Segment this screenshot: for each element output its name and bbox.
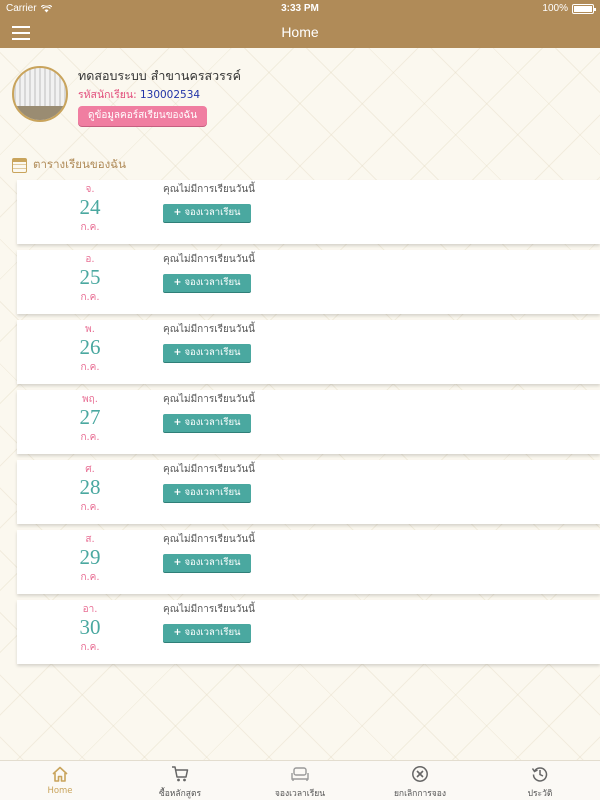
date-column: พ. 26 ก.ค. <box>67 320 113 375</box>
tab-cancel-booking-label: ยกเลิกการจอง <box>393 789 447 799</box>
no-class-message: คุณไม่มีการเรียนวันนี้ <box>163 184 255 195</box>
my-courses-button[interactable]: ดูข้อมูลคอร์สเรียนของฉัน <box>78 106 208 126</box>
nav-bar: Home <box>0 18 600 48</box>
day-number: 27 <box>79 405 101 429</box>
month-label: ก.ค. <box>80 642 100 653</box>
calendar-icon <box>12 157 27 173</box>
month-label: ก.ค. <box>80 572 100 583</box>
month-label: ก.ค. <box>80 222 100 233</box>
day-card: พฤ. 27 ก.ค. คุณไม่มีการเรียนวันนี้ + จองเ… <box>17 390 600 454</box>
day-card: ศ. 28 ก.ค. คุณไม่มีการเรียนวันนี้ + จองเว… <box>17 460 600 524</box>
tab-bar: Home ซื้อหลักสูตร จองเวลาเรียน ยกเลิกการ… <box>0 760 600 800</box>
tab-home-label: Home <box>47 786 73 796</box>
book-class-label: จองเวลาเรียน <box>184 487 241 498</box>
day-number: 25 <box>79 265 101 289</box>
nav-title: Home <box>281 24 319 40</box>
book-class-button[interactable]: + จองเวลาเรียน <box>163 554 251 572</box>
weekday-label: อา. <box>82 604 98 615</box>
no-class-message: คุณไม่มีการเรียนวันนี้ <box>163 604 255 615</box>
day-number: 29 <box>79 545 101 569</box>
day-card: ส. 29 ก.ค. คุณไม่มีการเรียนวันนี้ + จองเว… <box>17 530 600 594</box>
book-class-label: จองเวลาเรียน <box>184 347 241 358</box>
tab-buy-course[interactable]: ซื้อหลักสูตร <box>120 761 240 800</box>
book-class-label: จองเวลาเรียน <box>184 627 241 638</box>
tab-home[interactable]: Home <box>0 761 120 800</box>
tab-book-time[interactable]: จองเวลาเรียน <box>240 761 360 800</box>
book-class-label: จองเวลาเรียน <box>184 417 241 428</box>
day-number: 30 <box>79 615 101 639</box>
tab-history[interactable]: ประวัติ <box>480 761 600 800</box>
student-id-value: 130002534 <box>139 89 201 101</box>
schedule-title: ตารางเรียนของฉัน <box>33 157 126 171</box>
month-label: ก.ค. <box>80 432 100 443</box>
book-class-label: จองเวลาเรียน <box>184 277 241 288</box>
date-column: อ. 25 ก.ค. <box>67 250 113 305</box>
weekday-label: พ. <box>85 324 95 335</box>
tab-cancel-booking[interactable]: ยกเลิกการจอง <box>360 761 480 800</box>
status-bar: Carrier 3:33 PM 100% <box>0 0 600 18</box>
weekday-label: อ. <box>85 254 95 265</box>
day-card: จ. 24 ก.ค. คุณไม่มีการเรียนวันนี้ + จองเว… <box>17 180 600 244</box>
cart-icon <box>172 766 189 782</box>
book-class-button[interactable]: + จองเวลาเรียน <box>163 484 251 502</box>
history-icon <box>531 767 548 782</box>
battery-info: 100% <box>542 3 596 14</box>
student-id-label: รหัสนักเรียน: <box>78 89 137 101</box>
plus-icon: + <box>173 277 182 288</box>
month-label: ก.ค. <box>80 292 100 303</box>
day-number: 28 <box>79 475 101 499</box>
no-class-message: คุณไม่มีการเรียนวันนี้ <box>163 534 255 545</box>
battery-icon <box>572 3 596 14</box>
profile-section: ทดสอบระบบ สำขานครสวรรค์ รหัสนักเรียน: 13… <box>12 62 592 140</box>
date-column: ศ. 28 ก.ค. <box>67 460 113 515</box>
cancel-icon <box>412 766 428 782</box>
no-class-message: คุณไม่มีการเรียนวันนี้ <box>163 254 255 265</box>
profile-name: ทดสอบระบบ สำขานครสวรรค์ <box>78 68 241 83</box>
plus-icon: + <box>173 557 182 568</box>
month-label: ก.ค. <box>80 362 100 373</box>
status-time: 3:33 PM <box>281 3 319 14</box>
tab-book-time-label: จองเวลาเรียน <box>274 789 326 799</box>
book-class-button[interactable]: + จองเวลาเรียน <box>163 414 251 432</box>
book-class-label: จองเวลาเรียน <box>184 207 241 218</box>
no-class-message: คุณไม่มีการเรียนวันนี้ <box>163 324 255 335</box>
month-label: ก.ค. <box>80 502 100 513</box>
book-class-button[interactable]: + จองเวลาเรียน <box>163 624 251 642</box>
book-class-button[interactable]: + จองเวลาเรียน <box>163 274 251 292</box>
day-card: พ. 26 ก.ค. คุณไม่มีการเรียนวันนี้ + จองเว… <box>17 320 600 384</box>
date-column: อา. 30 ก.ค. <box>67 600 113 655</box>
plus-icon: + <box>173 347 182 358</box>
student-id: รหัสนักเรียน: 130002534 <box>78 86 200 103</box>
plus-icon: + <box>173 207 182 218</box>
battery-percent: 100% <box>542 3 568 14</box>
weekday-label: ศ. <box>85 464 95 475</box>
book-class-label: จองเวลาเรียน <box>184 557 241 568</box>
date-column: จ. 24 ก.ค. <box>67 180 113 235</box>
plus-icon: + <box>173 627 182 638</box>
book-class-button[interactable]: + จองเวลาเรียน <box>163 344 251 362</box>
weekday-label: พฤ. <box>82 394 98 405</box>
day-card: อา. 30 ก.ค. คุณไม่มีการเรียนวันนี้ + จองเ… <box>17 600 600 664</box>
schedule-header: ตารางเรียนของฉัน <box>12 156 126 174</box>
plus-icon: + <box>173 487 182 498</box>
home-icon <box>52 766 68 782</box>
day-card: อ. 25 ก.ค. คุณไม่มีการเรียนวันนี้ + จองเว… <box>17 250 600 314</box>
weekday-label: จ. <box>85 184 95 195</box>
date-column: ส. 29 ก.ค. <box>67 530 113 585</box>
day-number: 24 <box>79 195 101 219</box>
no-class-message: คุณไม่มีการเรียนวันนี้ <box>163 394 255 405</box>
book-class-button[interactable]: + จองเวลาเรียน <box>163 204 251 222</box>
day-number: 26 <box>79 335 101 359</box>
plus-icon: + <box>173 417 182 428</box>
weekday-label: ส. <box>85 534 95 545</box>
avatar <box>12 66 68 122</box>
no-class-message: คุณไม่มีการเรียนวันนี้ <box>163 464 255 475</box>
tab-buy-course-label: ซื้อหลักสูตร <box>158 789 202 799</box>
tab-history-label: ประวัติ <box>527 789 553 799</box>
date-column: พฤ. 27 ก.ค. <box>67 390 113 445</box>
sofa-icon <box>291 767 309 781</box>
